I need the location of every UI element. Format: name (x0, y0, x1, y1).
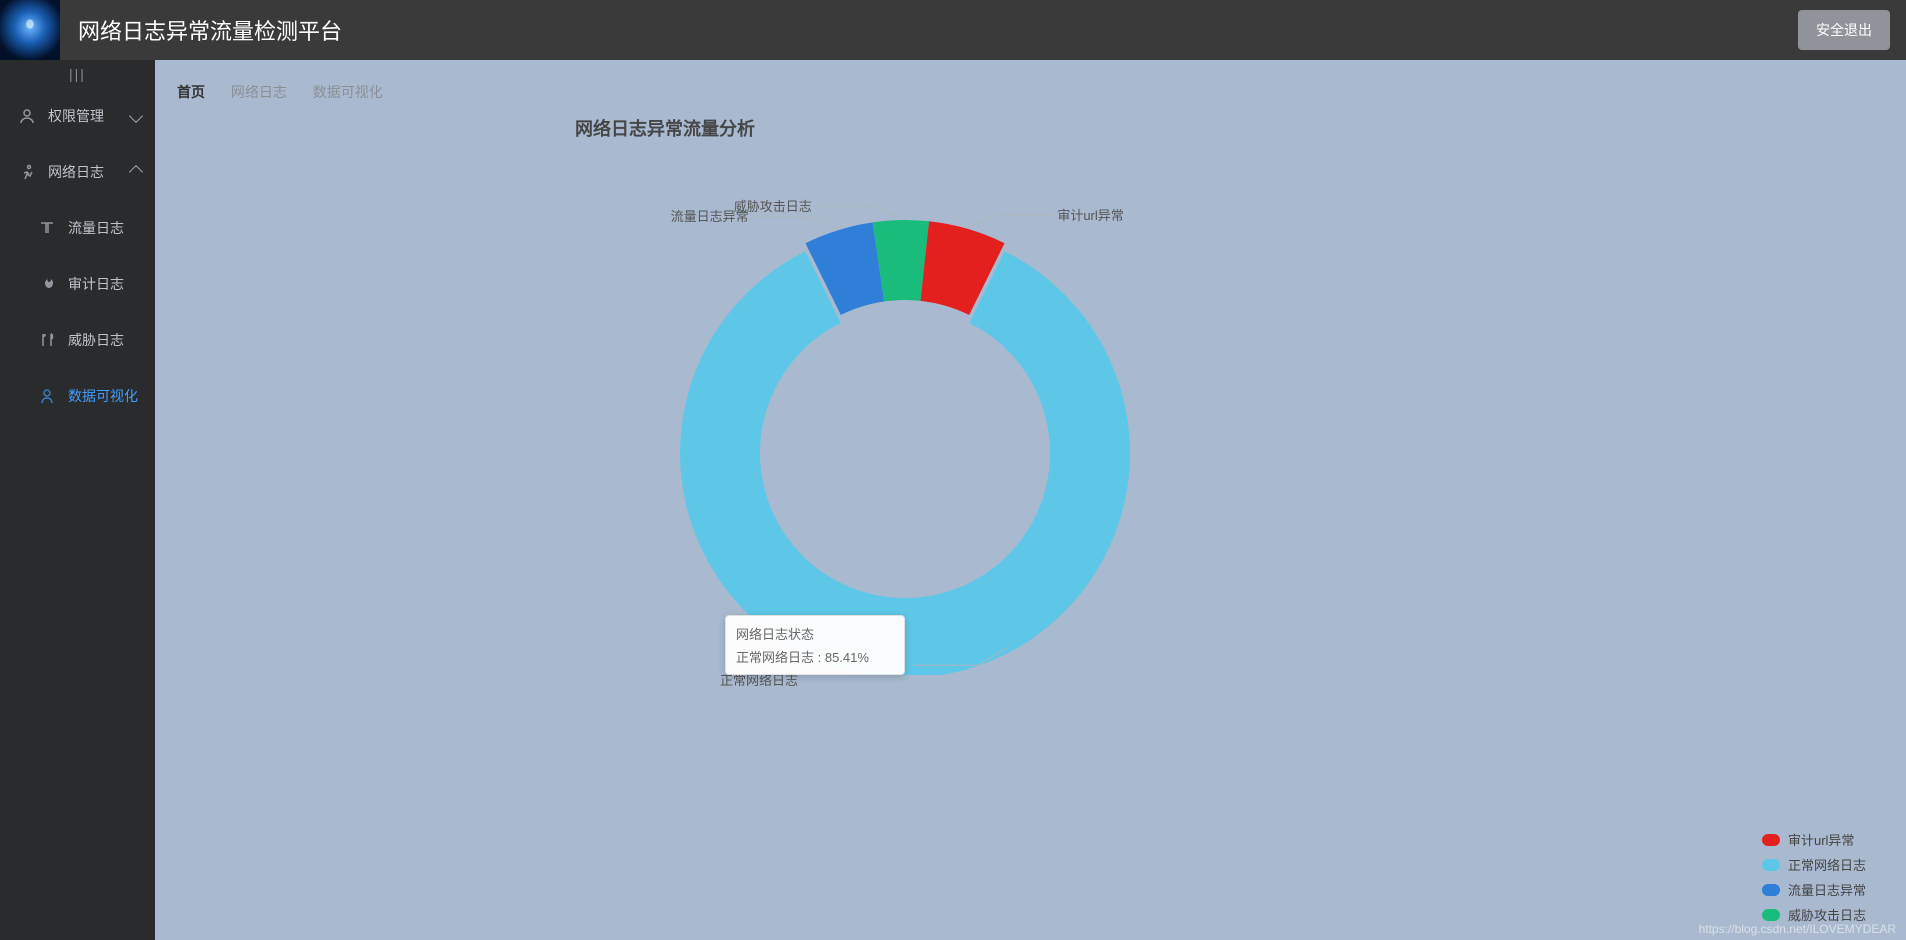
legend-label: 流量日志异常 (1788, 880, 1866, 899)
donut-chart (675, 215, 1135, 675)
sidebar-item-0[interactable]: 权限管理 (0, 88, 155, 144)
chevron-down-icon (129, 109, 143, 123)
sidebar-item-4[interactable]: 威胁日志 (0, 312, 155, 368)
chevron-up-icon (129, 165, 143, 179)
legend-swatch (1762, 909, 1780, 921)
sidebar-item-2[interactable]: 流量日志 (0, 200, 155, 256)
legend-swatch (1762, 859, 1780, 871)
app-header: 网络日志异常流量检测平台 安全退出 (0, 0, 1906, 60)
chart-legend: 审计url异常正常网络日志流量日志异常威胁攻击日志 (1762, 824, 1866, 930)
watermark: https://blog.csdn.net/ILOVEMYDEAR (1699, 922, 1896, 936)
legend-swatch (1762, 834, 1780, 846)
user-icon (18, 107, 36, 125)
chart-area: 网络日志异常流量分析 正常网络日志流量日志异常 威胁攻击日志审计url异常 网络日… (155, 60, 1906, 940)
sidebar-item-5[interactable]: 数据可视化 (0, 368, 155, 424)
app-logo (0, 0, 60, 60)
utensil-icon (38, 331, 56, 349)
sidebar-item-label: 权限管理 (48, 106, 131, 126)
tooltip-title: 网络日志状态 (736, 624, 894, 643)
sidebar-item-label: 威胁日志 (68, 330, 145, 350)
legend-label: 审计url异常 (1788, 830, 1854, 849)
app-title: 网络日志异常流量检测平台 (78, 14, 1798, 46)
sidebar-collapse-toggle[interactable]: ||| (0, 60, 155, 88)
sidebar: ||| 权限管理网络日志流量日志审计日志威胁日志数据可视化 (0, 60, 155, 940)
legend-item[interactable]: 正常网络日志 (1762, 855, 1866, 874)
chart-tooltip: 网络日志状态 正常网络日志 : 85.41% (725, 615, 905, 675)
sidebar-item-1[interactable]: 网络日志 (0, 144, 155, 200)
legend-item[interactable]: 流量日志异常 (1762, 880, 1866, 899)
legend-item[interactable]: 审计url异常 (1762, 830, 1866, 849)
book-icon (38, 219, 56, 237)
tooltip-value: 正常网络日志 : 85.41% (736, 647, 894, 666)
legend-swatch (1762, 884, 1780, 896)
legend-label: 正常网络日志 (1788, 855, 1866, 874)
donut-slice-0[interactable] (680, 251, 1130, 675)
chart-title: 网络日志异常流量分析 (575, 115, 755, 141)
sidebar-item-label: 流量日志 (68, 218, 145, 238)
run-icon (18, 163, 36, 181)
sidebar-item-label: 网络日志 (48, 162, 131, 182)
slice-label-2: 威胁攻击日志 (734, 196, 812, 215)
flame-icon (38, 275, 56, 293)
main-content: 首页 网络日志 数据可视化 网络日志异常流量分析 正常网络日志流量日志异常威胁攻… (155, 60, 1906, 940)
logout-button[interactable]: 安全退出 (1798, 10, 1890, 50)
sidebar-item-label: 审计日志 (68, 274, 145, 294)
person-icon (38, 387, 56, 405)
sidebar-item-3[interactable]: 审计日志 (0, 256, 155, 312)
sidebar-item-label: 数据可视化 (68, 386, 145, 406)
